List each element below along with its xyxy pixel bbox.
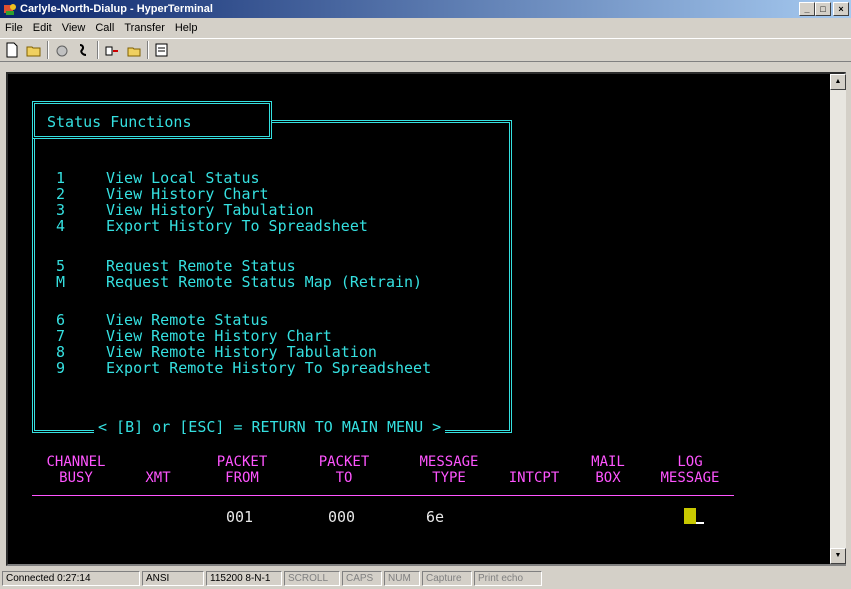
header-packet-to: PACKET TO: [318, 454, 370, 486]
scroll-down-arrow-icon[interactable]: ▼: [830, 548, 846, 564]
toolbar-separator: [147, 41, 149, 59]
open-icon[interactable]: [25, 41, 43, 59]
new-icon[interactable]: [3, 41, 21, 59]
status-emulation: ANSI: [142, 571, 204, 586]
menu-bar: File Edit View Call Transfer Help: [0, 19, 851, 37]
status-connected: Connected 0:27:14: [2, 571, 140, 586]
menu-item-6: 6 View Remote Status: [56, 311, 269, 329]
status-bar: Connected 0:27:14 ANSI 115200 8-N-1 SCRO…: [0, 568, 851, 589]
menu-item-5: 5 Request Remote Status: [56, 257, 296, 275]
menu-item-9: 9 Export Remote History To Spreadsheet: [56, 359, 432, 377]
header-divider: [32, 495, 734, 496]
menu-transfer[interactable]: Transfer: [119, 22, 170, 34]
menu-help[interactable]: Help: [170, 22, 203, 34]
menu-item-4: 4 Export History To Spreadsheet: [56, 217, 368, 235]
receive-icon[interactable]: [125, 41, 143, 59]
close-button[interactable]: ×: [833, 2, 849, 16]
toolbar-separator: [97, 41, 99, 59]
status-num: NUM: [384, 571, 420, 586]
terminal-screen[interactable]: Status Functions 1 View Local Status 2 Vie…: [8, 74, 830, 564]
scroll-up-arrow-icon[interactable]: ▲: [830, 74, 846, 90]
menu-file[interactable]: File: [0, 22, 28, 34]
menu-item-8: 8 View Remote History Tabulation: [56, 343, 377, 361]
header-message-type: MESSAGE TYPE: [419, 454, 479, 486]
header-channel-busy: CHANNEL BUSY: [46, 454, 106, 486]
menu-call[interactable]: Call: [90, 22, 119, 34]
dial-icon[interactable]: [75, 41, 93, 59]
status-caps: CAPS: [342, 571, 382, 586]
value-message-type: 6e: [426, 508, 445, 526]
header-intcpt: INTCPT: [508, 470, 560, 486]
status-scroll: SCROLL: [284, 571, 340, 586]
box-title: Status Functions: [32, 101, 272, 139]
menu-item-3: 3 View History Tabulation: [56, 201, 314, 219]
minimize-button[interactable]: _: [799, 2, 815, 16]
menu-item-m: M Request Remote Status Map (Retrain): [56, 273, 423, 291]
menu-item-2: 2 View History Chart: [56, 185, 269, 203]
menu-item-1: 1 View Local Status: [56, 169, 260, 187]
toolbar: [0, 38, 851, 62]
menu-edit[interactable]: Edit: [28, 22, 57, 34]
terminal-cursor-underline: [696, 522, 704, 524]
header-mail-box: MAIL BOX: [591, 454, 625, 486]
status-capture: Capture: [422, 571, 472, 586]
header-log-message: LOG MESSAGE: [660, 454, 720, 486]
maximize-button[interactable]: □: [815, 2, 831, 16]
menu-item-7: 7 View Remote History Chart: [56, 327, 332, 345]
box-title-text: Status Functions: [47, 113, 192, 131]
properties-icon[interactable]: [153, 41, 171, 59]
header-xmt: XMT: [145, 470, 171, 486]
disconnect-icon[interactable]: [53, 41, 71, 59]
header-packet-from: PACKET FROM: [216, 454, 268, 486]
status-print-echo: Print echo: [474, 571, 542, 586]
terminal-cursor: [684, 508, 696, 524]
toolbar-separator: [47, 41, 49, 59]
send-icon[interactable]: [103, 41, 121, 59]
value-packet-to: 000: [328, 508, 356, 526]
vertical-scrollbar[interactable]: ▲ ▼: [830, 74, 846, 564]
hyperterminal-icon: [3, 2, 17, 16]
menu-view[interactable]: View: [57, 22, 91, 34]
status-settings: 115200 8-N-1: [206, 571, 282, 586]
value-packet-from: 001: [226, 508, 254, 526]
title-bar: Carlyle-North-Dialup - HyperTerminal _ □…: [0, 0, 851, 18]
return-to-main-menu: < [B] or [ESC] = RETURN TO MAIN MENU >: [94, 418, 446, 436]
window-title: Carlyle-North-Dialup - HyperTerminal: [20, 3, 213, 15]
